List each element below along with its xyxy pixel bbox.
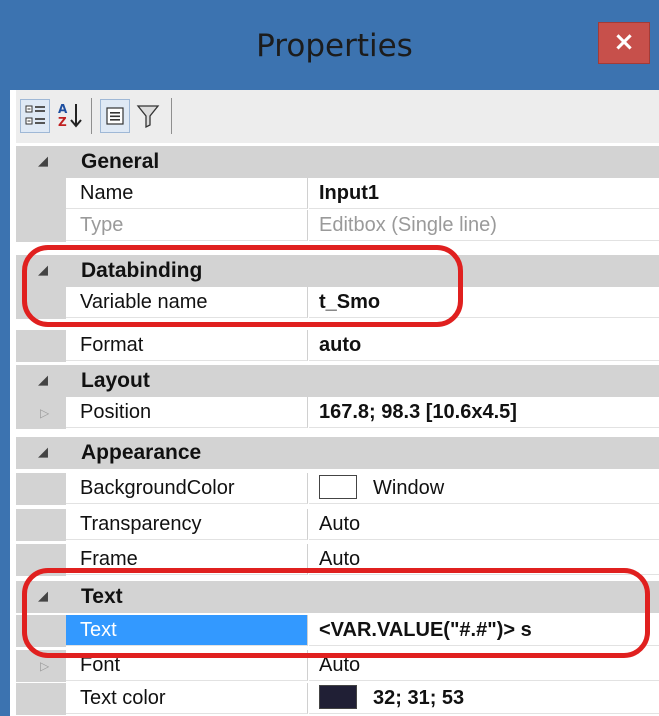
close-button[interactable]: × [598,22,650,64]
category-databinding[interactable]: ◢ Databinding [16,255,659,287]
property-pages-icon [106,107,124,125]
property-grid: ◢ General Name Input1 Type Editbox (Sing… [16,143,659,716]
property-row-font[interactable]: ▷ Font Auto [16,650,659,682]
properties-toolbar: A Z [16,90,659,144]
property-row-text[interactable]: Text <VAR.VALUE("#.#")> s [16,615,659,647]
category-label: Appearance [81,441,202,464]
window-title: Properties [256,28,413,64]
property-label: Text color [66,683,308,714]
property-value[interactable]: Auto [309,650,659,681]
collapse-triangle-icon[interactable]: ◢ [38,263,48,278]
category-label: Layout [81,369,150,392]
category-appearance[interactable]: ◢ Appearance [16,437,659,469]
property-label: Font [66,650,308,681]
color-swatch [319,475,357,500]
property-row-position[interactable]: ▷ Position 167.8; 98.3 [10.6x4.5] [16,397,659,429]
property-value[interactable]: Auto [309,544,659,575]
property-label: Frame [66,544,308,575]
collapse-triangle-icon[interactable]: ◢ [38,589,48,604]
property-value: 32; 31; 53 [373,687,465,709]
property-label: Transparency [66,509,308,540]
property-label: BackgroundColor [66,473,308,504]
svg-text:A: A [58,102,68,116]
property-value[interactable]: Auto [309,509,659,540]
expand-triangle-icon[interactable]: ▷ [40,659,49,673]
toolbar-separator [171,98,172,134]
alphabetical-button[interactable]: A Z [56,99,86,133]
property-label: Position [66,397,308,428]
property-value[interactable]: 167.8; 98.3 [10.6x4.5] [309,397,659,428]
property-label: Text [66,615,308,646]
property-row-frame[interactable]: Frame Auto [16,544,659,576]
collapse-triangle-icon[interactable]: ◢ [38,373,48,388]
close-icon: × [613,27,635,57]
property-value-cell[interactable]: Window [309,473,659,504]
property-value-cell[interactable]: 32; 31; 53 [309,683,659,714]
property-value[interactable]: <VAR.VALUE("#.#")> s [309,615,659,646]
filter-button[interactable] [134,99,164,133]
category-label: General [81,150,160,173]
property-row-text-color[interactable]: Text color 32; 31; 53 [16,683,659,715]
property-value: Editbox (Single line) [309,210,659,241]
toolbar-separator [91,98,92,134]
expand-triangle-icon[interactable]: ▷ [40,406,49,420]
categorized-button[interactable] [20,99,50,133]
svg-text:Z: Z [58,115,67,129]
collapse-triangle-icon[interactable]: ◢ [38,445,48,460]
property-row-variable-name[interactable]: Variable name t_Smo [16,287,659,319]
color-swatch [319,685,357,710]
property-row-name[interactable]: Name Input1 [16,178,659,210]
filter-icon [136,105,160,129]
property-label: Format [66,330,308,361]
property-row-type[interactable]: Type Editbox (Single line) [16,210,659,242]
property-row-format[interactable]: Format auto [16,330,659,362]
category-text[interactable]: ◢ Text [16,581,659,613]
categorized-icon [25,105,45,125]
property-label: Type [66,210,308,241]
property-value[interactable]: Input1 [309,178,659,209]
property-value[interactable]: auto [309,330,659,361]
property-value[interactable]: t_Smo [309,287,659,318]
window-border [0,0,10,716]
collapse-triangle-icon[interactable]: ◢ [38,154,48,169]
category-layout[interactable]: ◢ Layout [16,365,659,397]
alphabetical-sort-icon: A Z [58,102,82,129]
property-pages-button[interactable] [100,99,130,133]
properties-window: Properties × A Z ◢ General Name Input1 T… [0,0,659,716]
property-row-transparency[interactable]: Transparency Auto [16,509,659,541]
category-label: Text [81,585,123,608]
category-general[interactable]: ◢ General [16,146,659,178]
property-row-background-color[interactable]: BackgroundColor Window [16,473,659,505]
property-value: Window [373,477,445,499]
title-bar[interactable]: Properties × [10,0,659,90]
category-label: Databinding [81,259,203,282]
property-label: Name [66,178,308,209]
property-label: Variable name [66,287,308,318]
